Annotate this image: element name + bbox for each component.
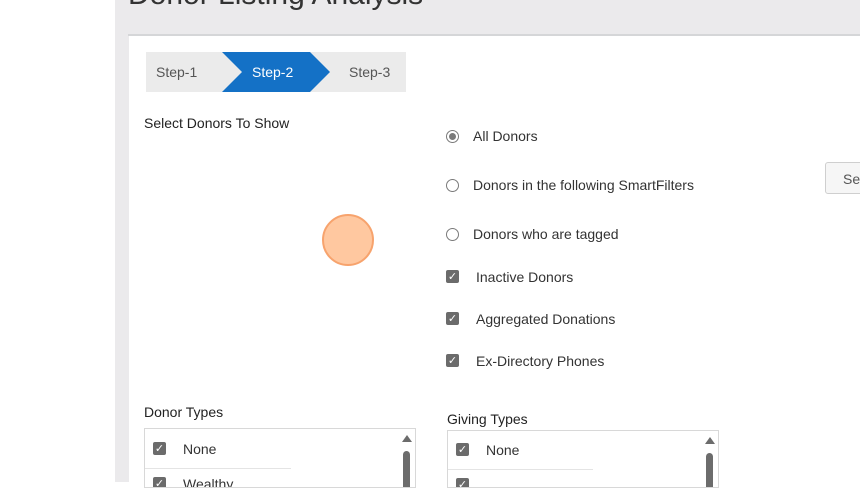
check-icon[interactable]: ✓ <box>456 443 469 456</box>
radio-smartfilters-label: Donors in the following SmartFilters <box>473 177 694 193</box>
step-3-tab[interactable]: Step-3 <box>349 64 390 80</box>
scrollbar-thumb[interactable] <box>403 451 410 487</box>
giving-types-label: Giving Types <box>447 411 528 427</box>
check-icon[interactable]: ✓ <box>446 270 459 283</box>
check-icon[interactable]: ✓ <box>446 312 459 325</box>
checkbox-inactive-donors-label: Inactive Donors <box>476 269 574 285</box>
step-wizard: Step-1 Step-2 Step-3 <box>144 52 406 92</box>
checkbox-aggregated-donations-label: Aggregated Donations <box>476 311 616 327</box>
donor-types-listbox[interactable]: ✓ None ✓ Wealthy <box>144 428 416 488</box>
click-indicator <box>322 214 374 266</box>
radio-unselected-icon[interactable] <box>446 228 459 241</box>
check-icon[interactable]: ✓ <box>446 354 459 367</box>
select-smartfilters-button[interactable]: Sel <box>825 162 860 194</box>
radio-all-donors-label: All Donors <box>473 128 538 144</box>
giving-types-listbox[interactable]: ✓ None ✓ <box>447 430 719 488</box>
select-donors-label: Select Donors To Show <box>144 115 290 131</box>
radio-unselected-icon[interactable] <box>446 179 459 192</box>
checkbox-ex-directory-phones-label: Ex-Directory Phones <box>476 353 605 369</box>
list-item-label: None <box>183 441 217 457</box>
select-smartfilters-button-label: Sel <box>843 171 860 187</box>
list-item-label: None <box>486 442 520 458</box>
radio-selected-icon[interactable] <box>446 130 459 143</box>
list-divider <box>448 469 593 470</box>
scroll-up-icon[interactable] <box>705 437 715 444</box>
donor-types-label: Donor Types <box>144 404 224 420</box>
check-icon[interactable]: ✓ <box>153 477 166 487</box>
step-2-tab[interactable]: Step-2 <box>252 64 293 80</box>
radio-tagged-label: Donors who are tagged <box>473 226 619 242</box>
check-icon[interactable]: ✓ <box>456 478 469 487</box>
scroll-up-icon[interactable] <box>402 435 412 442</box>
list-item-label: Wealthy <box>183 476 234 488</box>
check-icon[interactable]: ✓ <box>153 442 166 455</box>
step-1-tab[interactable]: Step-1 <box>156 64 197 80</box>
scrollbar-thumb[interactable] <box>706 453 713 487</box>
page-title: Donor Listing Analysis <box>128 0 423 12</box>
outer-left-margin <box>0 0 115 482</box>
list-divider <box>145 468 291 469</box>
